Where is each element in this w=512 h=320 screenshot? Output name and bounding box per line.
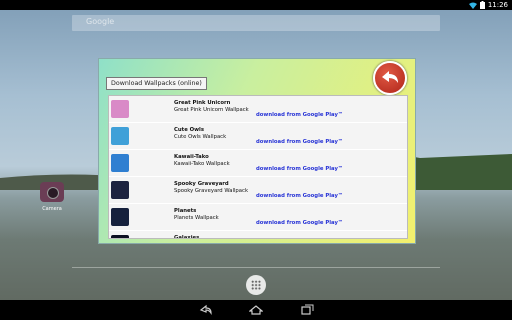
camera-icon[interactable] <box>40 182 64 202</box>
undo-arrow-icon <box>382 71 398 83</box>
navigation-bar <box>0 300 512 320</box>
item-name: Planets <box>174 208 197 214</box>
back-icon[interactable] <box>198 304 212 316</box>
list-item[interactable]: Planets Planets Wallpack download from Goo… <box>109 204 407 231</box>
list-item[interactable]: Spooky Graveyard Spooky Graveyard Wallpac… <box>109 177 407 204</box>
download-wallpacks-dialog: Download Wallpacks (online) Great Pink U… <box>98 58 416 244</box>
list-item[interactable]: Cute Owls Cute Owls Wallpack download from… <box>109 123 407 150</box>
list-item[interactable]: Kawaii-Tako Kawaii-Tako Wallpack download … <box>109 150 407 177</box>
item-name: Galaxies <box>174 235 200 239</box>
item-name: Spooky Graveyard <box>174 181 229 187</box>
google-play-link[interactable]: download from Google Play™ <box>256 112 343 118</box>
apps-grid-icon <box>251 280 261 290</box>
item-name: Cute Owls <box>174 127 204 133</box>
camera-label: Camera <box>42 206 62 212</box>
status-bar: 11:26 <box>0 0 512 10</box>
wallpack-list[interactable]: Great Pink Unicorn Great Pink Unicorn Wal… <box>108 95 408 239</box>
all-apps-button[interactable] <box>246 275 266 295</box>
dialog-title: Download Wallpacks (online) <box>106 77 207 90</box>
list-item[interactable]: Galaxies <box>109 231 407 239</box>
item-subtitle: Kawaii-Tako Wallpack <box>174 161 230 167</box>
galaxy-icon <box>111 235 129 238</box>
item-subtitle: Great Pink Unicorn Wallpack <box>174 107 249 113</box>
home-icon[interactable] <box>249 304 263 316</box>
google-play-link[interactable]: download from Google Play™ <box>256 166 343 172</box>
search-hint: Google <box>86 17 115 26</box>
wifi-icon <box>468 2 477 9</box>
google-search-bar[interactable]: Google <box>72 15 440 31</box>
status-clock: 11:26 <box>487 1 508 9</box>
recent-apps-icon[interactable] <box>300 304 314 316</box>
google-play-link[interactable]: download from Google Play™ <box>256 139 343 145</box>
unicorn-icon <box>111 100 129 118</box>
status-icons: 11:26 <box>468 0 508 10</box>
dock-divider <box>72 267 440 268</box>
dialog-back-button[interactable] <box>373 61 407 95</box>
list-item[interactable]: Great Pink Unicorn Great Pink Unicorn Wal… <box>109 96 407 123</box>
item-subtitle: Spooky Graveyard Wallpack <box>174 188 249 194</box>
owl-icon <box>111 127 129 145</box>
graveyard-icon <box>111 181 129 199</box>
item-name: Kawaii-Tako <box>174 154 209 160</box>
octopus-icon <box>111 154 129 172</box>
item-name: Great Pink Unicorn <box>174 100 231 106</box>
item-subtitle: Planets Wallpack <box>174 215 219 221</box>
battery-icon <box>479 1 485 9</box>
google-play-link[interactable]: download from Google Play™ <box>256 220 343 226</box>
planets-icon <box>111 208 129 226</box>
google-play-link[interactable]: download from Google Play™ <box>256 193 343 199</box>
item-subtitle: Cute Owls Wallpack <box>174 134 227 140</box>
